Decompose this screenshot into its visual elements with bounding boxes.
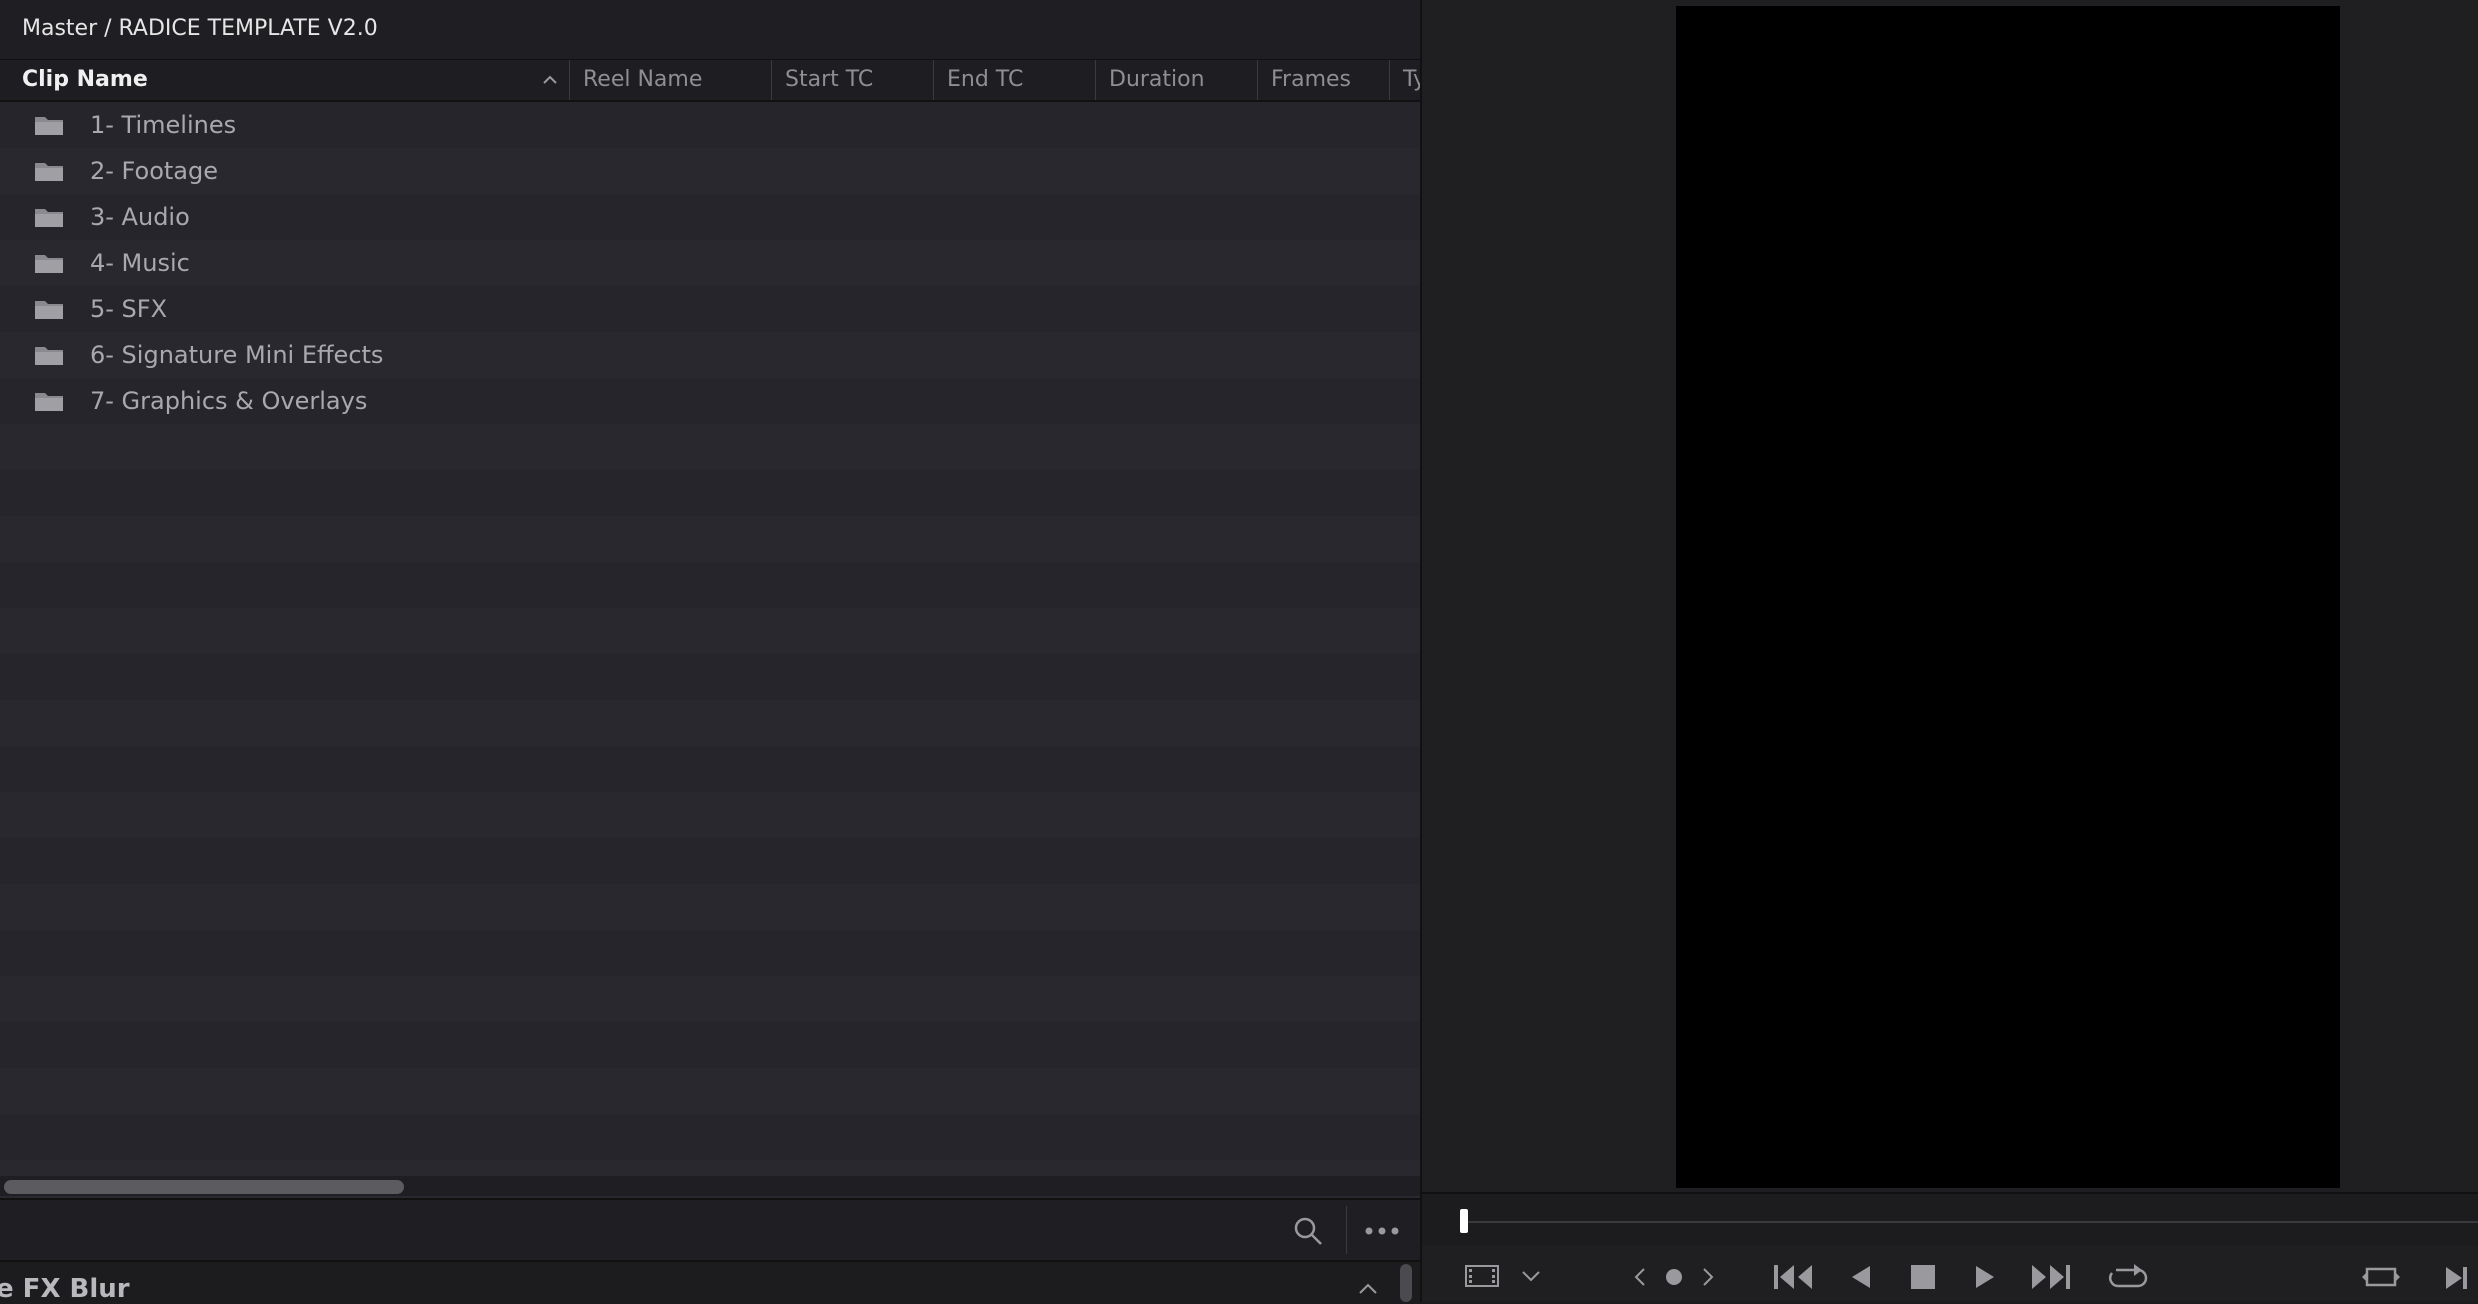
column-start-tc[interactable]: Start TC (772, 60, 934, 100)
vertical-scrollbar-thumb[interactable] (1400, 1264, 1412, 1302)
stop-icon[interactable] (1910, 1264, 1936, 1290)
column-type[interactable]: Ty (1390, 60, 1420, 100)
column-reel-name[interactable]: Reel Name (570, 60, 772, 100)
row-stripe (0, 700, 1420, 746)
bin-row-graphics-overlays[interactable]: 7- Graphics & Overlays (0, 378, 1420, 424)
play-reverse-icon[interactable] (1848, 1263, 1874, 1291)
row-stripe (0, 654, 1420, 700)
row-stripe (0, 746, 1420, 792)
match-frame-icon[interactable] (2360, 1263, 2402, 1291)
breadcrumb[interactable]: Master / RADICE TEMPLATE V2.0 (22, 16, 378, 41)
prev-marker-icon[interactable] (1632, 1266, 1648, 1288)
clip-view-icon[interactable] (1464, 1263, 1500, 1289)
folder-icon (35, 393, 63, 411)
folder-icon (35, 117, 63, 135)
playhead[interactable] (1460, 1209, 1468, 1233)
folder-icon (35, 347, 63, 365)
loop-icon[interactable] (2106, 1258, 2150, 1294)
sort-ascending-icon[interactable] (540, 70, 560, 90)
play-icon[interactable] (1972, 1263, 1998, 1291)
next-marker-icon[interactable] (1700, 1266, 1716, 1288)
next-edit-icon[interactable] (2444, 1264, 2470, 1292)
row-stripe (0, 424, 1420, 470)
bin-row-signature-mini-effects[interactable]: 6- Signature Mini Effects (0, 332, 1420, 378)
media-pool-header: Master / RADICE TEMPLATE V2.0 (0, 0, 1420, 60)
horizontal-scrollbar-thumb[interactable] (4, 1180, 404, 1194)
media-pool-footer (0, 1198, 1420, 1260)
footer-divider (1346, 1206, 1347, 1254)
row-stripe (0, 1022, 1420, 1068)
bin-label: 1- Timelines (90, 111, 237, 139)
clip-list: 1- Timelines 2- Footage 3- Audio 4- Musi… (0, 102, 1420, 1182)
bin-label: 6- Signature Mini Effects (90, 341, 384, 369)
bin-label: 2- Footage (90, 157, 218, 185)
row-stripe (0, 838, 1420, 884)
search-icon[interactable] (1292, 1215, 1324, 1247)
column-duration[interactable]: Duration (1096, 60, 1258, 100)
bin-row-sfx[interactable]: 5- SFX (0, 286, 1420, 332)
scrubber-bar[interactable] (1422, 1192, 2478, 1246)
row-stripe (0, 516, 1420, 562)
row-stripe (0, 1068, 1420, 1114)
row-stripe (0, 930, 1420, 976)
folder-icon (35, 163, 63, 181)
more-options-icon[interactable] (1362, 1218, 1402, 1244)
row-stripe (0, 562, 1420, 608)
effects-panel-title[interactable]: e FX Blur (0, 1274, 130, 1304)
folder-icon (35, 209, 63, 227)
chevron-down-icon[interactable] (1520, 1268, 1542, 1284)
bin-row-footage[interactable]: 2- Footage (0, 148, 1420, 194)
bin-row-music[interactable]: 4- Music (0, 240, 1420, 286)
skip-to-end-icon[interactable] (2028, 1262, 2072, 1292)
skip-to-start-icon[interactable] (1772, 1262, 1816, 1292)
row-stripe (0, 608, 1420, 654)
effects-panel (0, 1260, 1420, 1302)
scrubber-track[interactable] (1460, 1221, 2478, 1223)
bin-label: 3- Audio (90, 203, 190, 231)
row-stripe (0, 470, 1420, 516)
bin-row-timelines[interactable]: 1- Timelines (0, 102, 1420, 148)
folder-icon (35, 301, 63, 319)
bin-row-audio[interactable]: 3- Audio (0, 194, 1420, 240)
row-stripe (0, 792, 1420, 838)
viewer-canvas[interactable] (1676, 6, 2340, 1188)
column-end-tc[interactable]: End TC (934, 60, 1096, 100)
bin-label: 5- SFX (90, 295, 168, 323)
marker-dot-icon[interactable] (1664, 1267, 1684, 1287)
column-header-row: Clip Name Reel Name Start TC End TC Dura… (0, 60, 1420, 102)
folder-icon (35, 255, 63, 273)
column-frames[interactable]: Frames (1258, 60, 1390, 100)
collapse-up-icon[interactable] (1356, 1280, 1380, 1298)
row-stripe (0, 884, 1420, 930)
row-stripe (0, 1114, 1420, 1160)
bin-label: 4- Music (90, 249, 190, 277)
column-clip-name[interactable]: Clip Name (0, 60, 570, 100)
row-stripe (0, 976, 1420, 1022)
bin-label: 7- Graphics & Overlays (90, 387, 368, 415)
